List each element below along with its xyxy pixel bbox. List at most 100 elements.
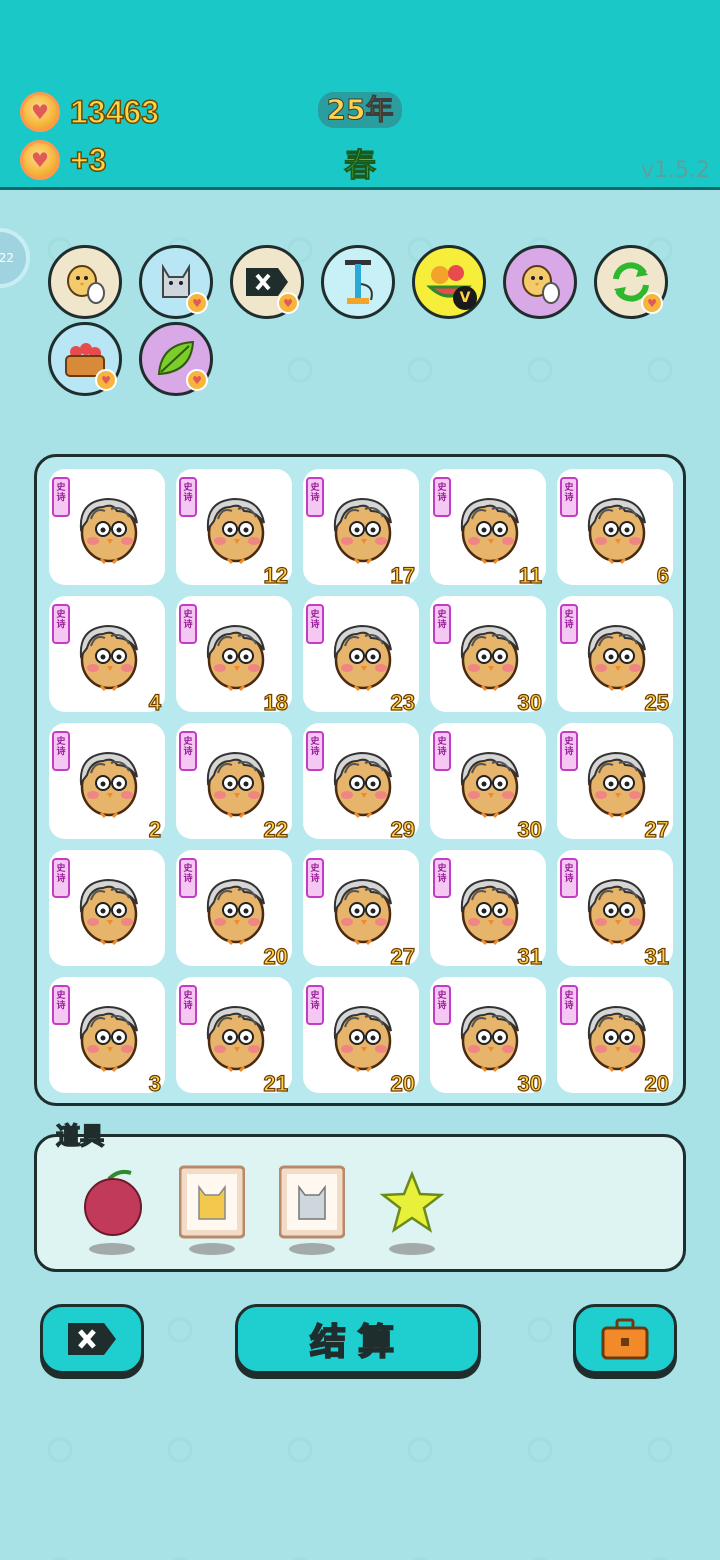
cell-count: 18 xyxy=(263,689,289,715)
bird-character-icon xyxy=(327,997,397,1073)
cell-count: 17 xyxy=(390,562,416,588)
grid-cell[interactable]: 史诗 20 xyxy=(303,977,419,1097)
bird-character-icon xyxy=(200,616,270,692)
grid-cell[interactable]: 史诗 4 xyxy=(49,596,165,716)
chick-egg-tool-2[interactable] xyxy=(503,245,577,319)
refresh-tool[interactable]: ♥ xyxy=(594,245,668,319)
grid-cell[interactable]: 史诗 xyxy=(49,469,165,585)
grid-cell[interactable]: 史诗 27 xyxy=(303,850,419,970)
settle-button[interactable]: 结算 xyxy=(235,1304,481,1374)
cell-count: 30 xyxy=(517,689,543,715)
cell-count: 31 xyxy=(644,943,670,969)
bird-character-icon xyxy=(200,743,270,819)
heart-badge-icon: ♥ xyxy=(186,292,208,314)
version-label: v1.5.2 xyxy=(641,158,710,183)
grid-cell[interactable]: 史诗 30 xyxy=(430,977,546,1097)
chick-egg-tool[interactable] xyxy=(48,245,122,319)
remove-tool[interactable]: ♥ xyxy=(230,245,304,319)
rarity-tag: 史诗 xyxy=(560,731,578,771)
bird-character-icon xyxy=(454,870,524,946)
backpack-button[interactable] xyxy=(573,1304,677,1374)
bird-character-icon xyxy=(73,997,143,1073)
cell-count: 3 xyxy=(148,1070,161,1096)
grid-cell[interactable]: 史诗 17 xyxy=(303,469,419,589)
cell-count: 30 xyxy=(517,816,543,842)
bayberry-icon xyxy=(84,1169,142,1236)
grid-cell[interactable]: 史诗 23 xyxy=(303,596,419,716)
grid-cell[interactable]: 史诗 20 xyxy=(176,850,292,970)
remove-tag-icon xyxy=(68,1323,116,1355)
rarity-tag: 史诗 xyxy=(560,985,578,1025)
bird-character-icon xyxy=(581,997,651,1073)
item-shadow xyxy=(289,1243,335,1255)
heart-badge-icon: ♥ xyxy=(95,369,117,391)
rarity-tag: 史诗 xyxy=(433,985,451,1025)
remove-button[interactable] xyxy=(40,1304,144,1374)
grid-cell[interactable]: 史诗 6 xyxy=(557,469,673,589)
season-display: 春 xyxy=(343,146,376,185)
grid-cell[interactable]: 史诗 20 xyxy=(557,977,673,1097)
rarity-tag: 史诗 xyxy=(52,985,70,1025)
bird-character-icon xyxy=(581,616,651,692)
husky-portrait-icon xyxy=(279,1165,345,1239)
pump-tool[interactable] xyxy=(321,245,395,319)
vip-badge: V xyxy=(453,286,477,310)
grid-cell[interactable]: 史诗 31 xyxy=(557,850,673,970)
item-slot[interactable] xyxy=(179,1165,245,1241)
cell-count: 4 xyxy=(148,689,161,715)
cat-portrait-icon xyxy=(179,1165,245,1239)
star-icon xyxy=(379,1170,445,1233)
grid-cell[interactable]: 史诗 31 xyxy=(430,850,546,970)
heart-coin-icon: ♥ xyxy=(20,92,60,132)
heart-badge-icon: ♥ xyxy=(277,292,299,314)
grid-cell[interactable]: 史诗 xyxy=(49,850,165,966)
items-title: 道具 xyxy=(55,1121,105,1151)
rarity-tag: 史诗 xyxy=(306,985,324,1025)
grid-cell[interactable]: 史诗 27 xyxy=(557,723,673,843)
bird-character-icon xyxy=(454,616,524,692)
grid-cell[interactable]: 史诗 21 xyxy=(176,977,292,1097)
grid-cell[interactable]: 史诗 12 xyxy=(176,469,292,589)
rarity-tag: 史诗 xyxy=(433,731,451,771)
grid-cell[interactable]: 史诗 11 xyxy=(430,469,546,589)
cell-count: 25 xyxy=(644,689,670,715)
item-shadow xyxy=(189,1243,235,1255)
cell-count: 11 xyxy=(518,562,542,588)
bird-character-icon xyxy=(454,743,524,819)
rarity-tag: 史诗 xyxy=(560,858,578,898)
grid-cell[interactable]: 史诗 22 xyxy=(176,723,292,843)
item-slot[interactable] xyxy=(379,1165,445,1241)
bird-character-icon xyxy=(581,743,651,819)
item-slot[interactable] xyxy=(79,1165,145,1241)
rarity-tag: 史诗 xyxy=(52,604,70,644)
cell-count: 30 xyxy=(517,1070,543,1096)
bird-character-icon xyxy=(327,489,397,565)
rarity-tag: 史诗 xyxy=(179,858,197,898)
bird-character-icon xyxy=(200,870,270,946)
item-tray xyxy=(34,1134,686,1272)
fruit-vip-tool[interactable]: V xyxy=(412,245,486,319)
rarity-tag: 史诗 xyxy=(179,985,197,1025)
leaf-tool[interactable]: ♥ xyxy=(139,322,213,396)
grid-cell[interactable]: 史诗 30 xyxy=(430,723,546,843)
rarity-tag: 史诗 xyxy=(52,477,70,517)
cell-count: 20 xyxy=(644,1070,670,1096)
coin-balance: ♥ 13463 xyxy=(20,92,160,132)
grid-cell[interactable]: 史诗 2 xyxy=(49,723,165,843)
year-display: 25年 xyxy=(318,92,402,128)
husky-tool[interactable]: ♥ xyxy=(139,245,213,319)
item-slot[interactable] xyxy=(279,1165,345,1241)
rarity-tag: 史诗 xyxy=(179,731,197,771)
grid-cell[interactable]: 史诗 18 xyxy=(176,596,292,716)
rarity-tag: 史诗 xyxy=(52,731,70,771)
grid-cell[interactable]: 史诗 3 xyxy=(49,977,165,1097)
rarity-tag: 史诗 xyxy=(306,858,324,898)
bird-character-icon xyxy=(454,997,524,1073)
fruit-basket-tool[interactable]: ♥ xyxy=(48,322,122,396)
grid-cell[interactable]: 史诗 25 xyxy=(557,596,673,716)
grid-cell[interactable]: 史诗 29 xyxy=(303,723,419,843)
character-grid: 史诗 史诗 12 史诗 17 史诗 11 史诗 6 史诗 4 史诗 18 史诗 … xyxy=(34,454,686,1106)
rarity-tag: 史诗 xyxy=(433,604,451,644)
heart-badge-icon: ♥ xyxy=(641,292,663,314)
grid-cell[interactable]: 史诗 30 xyxy=(430,596,546,716)
